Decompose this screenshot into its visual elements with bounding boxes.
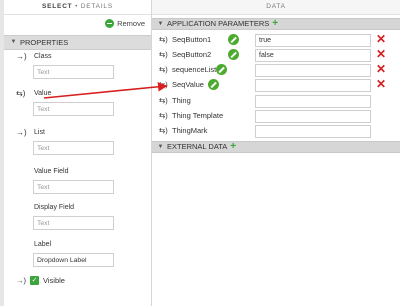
details-header: SELECT • DETAILS (4, 0, 151, 15)
param-value-input[interactable]: true (255, 34, 371, 47)
param-value-input[interactable] (255, 79, 371, 92)
value-field-input[interactable]: Text (33, 180, 114, 194)
delete-icon[interactable]: ✕ (376, 63, 386, 75)
binding-bidirectional-icon[interactable]: ⇆) (159, 50, 168, 59)
property-label: Label (34, 241, 52, 248)
chevron-down-icon: ▼ (157, 21, 164, 27)
properties-title: PROPERTIES (20, 38, 69, 47)
param-value-input[interactable] (255, 125, 371, 138)
param-name: SeqValue (172, 80, 204, 89)
param-name: ThingMark (172, 126, 208, 135)
param-row: ⇆) SeqButton2 false ✕ (152, 48, 400, 62)
property-label: Class (34, 53, 52, 60)
delete-icon[interactable]: ✕ (376, 48, 386, 60)
delete-icon[interactable]: ✕ (376, 78, 386, 90)
property-label: Display Field (34, 204, 75, 211)
details-panel: SELECT • DETAILS Remove ▼ PROPERTIES →) … (4, 0, 152, 306)
param-row: ⇆) Thing Template (152, 109, 400, 123)
chevron-down-icon: ▼ (10, 39, 17, 45)
param-row: ⇆) ThingMark (152, 124, 400, 138)
param-row: ⇆) SeqValue ✕ (152, 78, 400, 92)
select-tab[interactable]: SELECT (42, 3, 72, 10)
param-value-input[interactable] (255, 64, 371, 77)
application-parameters-section-header[interactable]: ▼ APPLICATION PARAMETERS + (152, 18, 400, 30)
param-value-input[interactable] (255, 110, 371, 123)
param-row: ⇆) sequenceList ✕ (152, 63, 400, 77)
param-row: ⇆) Thing (152, 94, 400, 108)
edit-icon[interactable] (228, 49, 239, 60)
delete-icon[interactable]: ✕ (376, 33, 386, 45)
add-external-data-icon[interactable]: + (230, 142, 236, 152)
param-name: Thing (172, 96, 191, 105)
edit-icon[interactable] (208, 79, 219, 90)
value-input[interactable]: Text (33, 102, 114, 116)
visible-checkbox[interactable]: ✓ (30, 276, 39, 285)
visible-row: →) ✓ Visible (16, 276, 65, 285)
binding-bidirectional-icon[interactable]: ⇆) (159, 126, 168, 135)
binding-in-icon[interactable]: →) (16, 52, 27, 61)
properties-section-header[interactable]: ▼ PROPERTIES (4, 35, 151, 50)
class-input[interactable]: Text (33, 65, 114, 79)
visible-label: Visible (43, 276, 65, 285)
remove-button[interactable]: Remove (105, 19, 145, 28)
label-input[interactable]: Dropdown Label (33, 253, 114, 267)
data-header: DATA (152, 0, 400, 15)
param-value-input[interactable] (255, 95, 371, 108)
param-value-input[interactable]: false (255, 49, 371, 62)
binding-in-icon[interactable]: →) (16, 276, 26, 285)
chevron-down-icon: ▼ (157, 144, 164, 150)
details-tab[interactable]: DETAILS (81, 3, 113, 10)
binding-bidirectional-icon[interactable]: ⇆) (16, 89, 25, 98)
edit-icon[interactable] (216, 64, 227, 75)
binding-bidirectional-icon[interactable]: ⇆) (159, 80, 168, 89)
param-name: sequenceList (172, 65, 217, 74)
binding-bidirectional-icon[interactable]: ⇆) (159, 111, 168, 120)
list-input[interactable]: Text (33, 141, 114, 155)
binding-bidirectional-icon[interactable]: ⇆) (159, 96, 168, 105)
header-separator: • (72, 3, 81, 10)
property-label: Value (34, 90, 52, 97)
data-panel: DATA ▼ APPLICATION PARAMETERS + ⇆) SeqBu… (152, 0, 400, 306)
binding-in-icon[interactable]: →) (16, 128, 27, 137)
param-name: SeqButton1 (172, 35, 212, 44)
binding-bidirectional-icon[interactable]: ⇆) (159, 35, 168, 44)
external-data-section-header[interactable]: ▼ EXTERNAL DATA + (152, 141, 400, 153)
param-row: ⇆) SeqButton1 true ✕ (152, 33, 400, 47)
add-parameter-icon[interactable]: + (272, 19, 278, 29)
display-field-input[interactable]: Text (33, 216, 114, 230)
edit-icon[interactable] (228, 34, 239, 45)
section-title: EXTERNAL DATA (167, 142, 228, 151)
remove-icon (105, 19, 115, 28)
remove-row: Remove (4, 15, 151, 35)
property-label: Value Field (34, 168, 69, 175)
property-label: List (34, 129, 45, 136)
param-name: SeqButton2 (172, 50, 212, 59)
remove-label: Remove (117, 19, 145, 28)
binding-bidirectional-icon[interactable]: ⇆) (159, 65, 168, 74)
param-name: Thing Template (172, 111, 224, 120)
section-title: APPLICATION PARAMETERS (167, 19, 270, 28)
